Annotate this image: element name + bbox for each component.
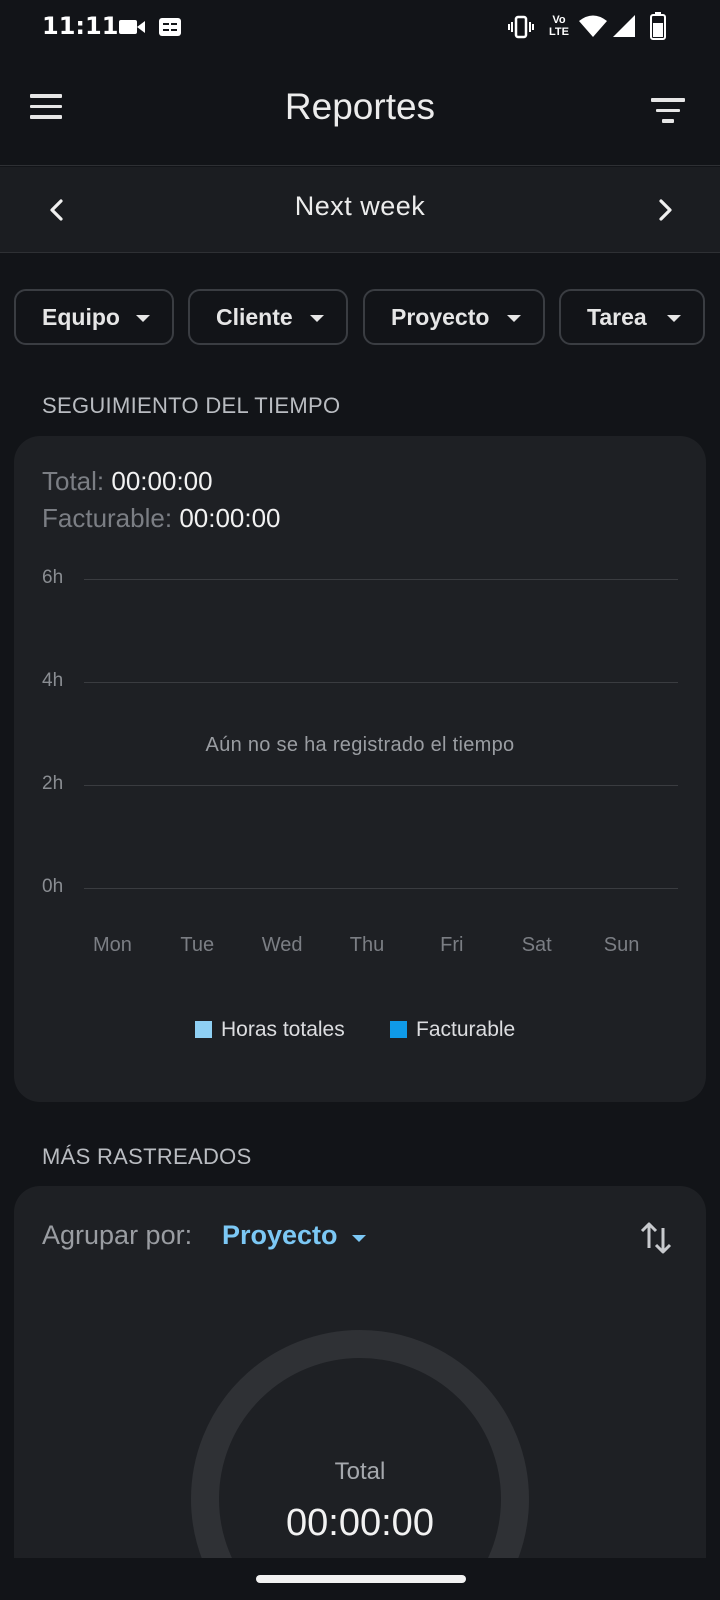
donut-label: Total <box>334 1458 386 1485</box>
section-title-most-tracked: MÁS RASTREADOS <box>42 1144 252 1169</box>
caret-down-icon[interactable] <box>352 1235 366 1242</box>
chevron-right-icon[interactable] <box>650 195 680 225</box>
filter-chip-tarea[interactable]: Tarea <box>559 289 705 345</box>
y-tick-label: 4h <box>42 670 64 691</box>
filter-chip-equipo[interactable]: Equipo <box>14 289 174 345</box>
y-tick-label: 2h <box>42 773 64 794</box>
vibrate-icon <box>508 15 534 39</box>
x-tick-label: Wed <box>261 934 303 956</box>
x-tick-label: Thu <box>349 934 385 956</box>
group-by-dropdown[interactable]: Proyecto <box>222 1220 338 1251</box>
caret-down-icon <box>310 315 324 322</box>
legend-label: Facturable <box>416 1018 516 1041</box>
group-by-label: Agrupar por: <box>42 1220 193 1250</box>
grid-line <box>84 579 678 580</box>
caret-down-icon <box>136 315 150 322</box>
video-camera-icon <box>119 20 145 34</box>
sort-arrows-icon[interactable] <box>636 1218 676 1258</box>
volte-icon: Vo LTE <box>549 14 569 38</box>
wifi-icon <box>579 15 607 37</box>
grid-line <box>84 785 678 786</box>
chip-label: Cliente <box>216 304 293 330</box>
week-label: Next week <box>294 191 426 221</box>
grid-line <box>84 888 678 889</box>
caret-down-icon <box>507 315 521 322</box>
x-tick-label: Sat <box>521 934 552 956</box>
legend-billable: Facturable <box>390 1018 515 1042</box>
chip-label: Proyecto <box>391 304 490 330</box>
chip-label: Tarea <box>587 304 647 330</box>
donut-value: 00:00:00 <box>286 1502 434 1544</box>
filter-chip-cliente[interactable]: Cliente <box>188 289 348 345</box>
section-title-time-tracking: SEGUIMIENTO DEL TIEMPO <box>42 393 341 418</box>
most-tracked-card: Agrupar por: Proyecto Total 00:00:00 <box>14 1186 706 1600</box>
filter-chips: Equipo Cliente Proyecto Tarea <box>14 289 720 345</box>
legend-total-hours: Horas totales <box>195 1018 345 1042</box>
page-title: Reportes <box>284 86 436 127</box>
legend-label: Horas totales <box>221 1018 345 1041</box>
ge-badge-icon <box>159 18 181 36</box>
time-tracking-card: Total: 00:00:00 Facturable: 00:00:00 6h 4… <box>14 436 706 1102</box>
filter-icon[interactable] <box>650 98 686 126</box>
y-tick-label: 0h <box>42 876 64 897</box>
caret-down-icon <box>667 315 681 322</box>
status-time: 11:11 <box>42 12 119 40</box>
x-tick-label: Mon <box>92 934 132 956</box>
app-bar: Reportes <box>0 56 720 166</box>
legend-swatch <box>195 1021 212 1038</box>
filter-chip-proyecto[interactable]: Proyecto <box>363 289 545 345</box>
chip-label: Equipo <box>42 304 120 330</box>
y-tick-label: 6h <box>42 567 64 588</box>
status-bar: 11:11 Vo LTE <box>0 0 720 56</box>
signal-icon <box>613 15 635 37</box>
battery-icon <box>650 12 666 40</box>
x-tick-label: Fri <box>440 934 464 956</box>
week-navigator: Next week <box>0 167 720 253</box>
x-tick-label: Sun <box>603 934 640 956</box>
empty-message: Aún no se ha registrado el tiempo <box>205 734 515 756</box>
grid-line <box>84 682 678 683</box>
legend-swatch <box>390 1021 407 1038</box>
home-indicator[interactable] <box>256 1575 466 1583</box>
x-tick-label: Tue <box>180 934 215 956</box>
time-chart: 6h 4h 2h 0h Mon Tue Wed Thu Fri Sat Sun <box>14 436 706 996</box>
